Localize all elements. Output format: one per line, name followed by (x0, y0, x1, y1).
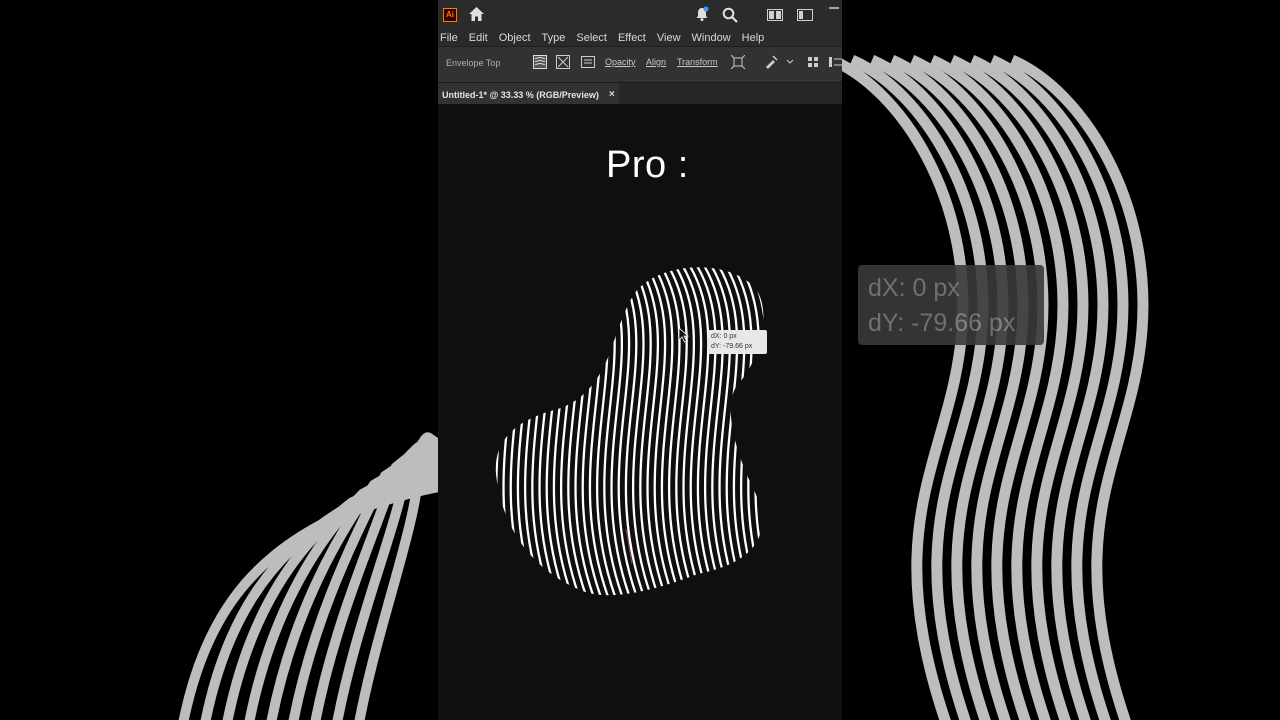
document-tab-title: Untitled-1* @ 33.33 % (RGB/Preview) (442, 89, 599, 100)
artwork-stripe (488, 259, 490, 609)
app-logo: Ai (443, 7, 457, 22)
panel-menu-icon[interactable] (828, 55, 842, 69)
menu-help[interactable]: Help (742, 32, 771, 44)
edit-contents-icon[interactable] (556, 55, 570, 69)
envelope-label: Envelope Top (446, 58, 501, 68)
menu-file[interactable]: File (440, 32, 464, 44)
right-stripes (842, 54, 1149, 720)
menu-effect[interactable]: Effect (618, 32, 652, 44)
recolor-icon[interactable] (764, 55, 778, 69)
artwork-stripe (495, 267, 499, 596)
opacity-link[interactable]: Opacity (605, 57, 636, 67)
isolate-icon[interactable] (731, 55, 745, 69)
artwork-stripe (779, 259, 788, 609)
menu-view[interactable]: View (657, 32, 687, 44)
document-tab[interactable]: Untitled-1* @ 33.33 % (RGB/Preview) × (438, 83, 619, 106)
menu-edit[interactable]: Edit (469, 32, 494, 44)
illustrator-window: Ai File Edit Object Type Select Effect V… (438, 0, 842, 720)
envelope-options-icon[interactable] (581, 55, 595, 69)
artwork-stripe (765, 259, 788, 609)
menu-type[interactable]: Type (542, 32, 572, 44)
warped-stripes-artwork[interactable] (488, 259, 788, 609)
zoomed-tooltip: dX: 0 px dY: -79.66 px (858, 265, 1044, 345)
canvas-heading: Pro : (606, 144, 689, 186)
left-background (0, 0, 438, 720)
artwork-stripe (495, 267, 513, 596)
close-icon[interactable]: × (609, 89, 615, 100)
move-tooltip: dX: 0 px dY: -79.66 px (708, 330, 767, 354)
right-background: dX: 0 px dY: -79.66 px (842, 0, 1280, 720)
workspace-icon[interactable] (767, 9, 783, 21)
title-bar: Ai (438, 0, 842, 29)
artboard-canvas[interactable]: Pro : dX: 0 px dY: -79.66 px (438, 104, 842, 720)
zoomed-tooltip-dx: dX: 0 px (868, 274, 960, 302)
artwork-stripe (772, 259, 788, 609)
search-icon[interactable] (722, 7, 738, 23)
document-tab-bar: Untitled-1* @ 33.33 % (RGB/Preview) × (438, 82, 842, 106)
grid-icon[interactable] (806, 55, 820, 69)
arrange-icon[interactable] (797, 9, 813, 21)
chevron-down-icon[interactable] (786, 55, 794, 69)
menu-bar: File Edit Object Type Select Effect View… (438, 29, 842, 46)
menu-select[interactable]: Select (576, 32, 613, 44)
align-link[interactable]: Align (646, 57, 666, 67)
left-stripes (178, 432, 438, 720)
tooltip-dy: dY: -79.66 px (711, 343, 753, 350)
bell-icon[interactable] (695, 6, 709, 22)
artwork-stripe (495, 267, 506, 596)
artwork-stripe (786, 259, 788, 609)
menu-object[interactable]: Object (499, 32, 537, 44)
edit-envelope-icon[interactable] (533, 55, 547, 69)
minimize-icon[interactable] (828, 4, 840, 12)
transform-link[interactable]: Transform (677, 57, 718, 67)
cursor-arrow-icon (678, 327, 690, 343)
control-bar: Envelope Top Opacity Align Transform (438, 46, 842, 82)
home-icon[interactable] (468, 6, 485, 22)
menu-window[interactable]: Window (692, 32, 737, 44)
zoomed-tooltip-dy: dY: -79.66 px (868, 309, 1016, 337)
tooltip-dx: dX: 0 px (711, 333, 737, 340)
